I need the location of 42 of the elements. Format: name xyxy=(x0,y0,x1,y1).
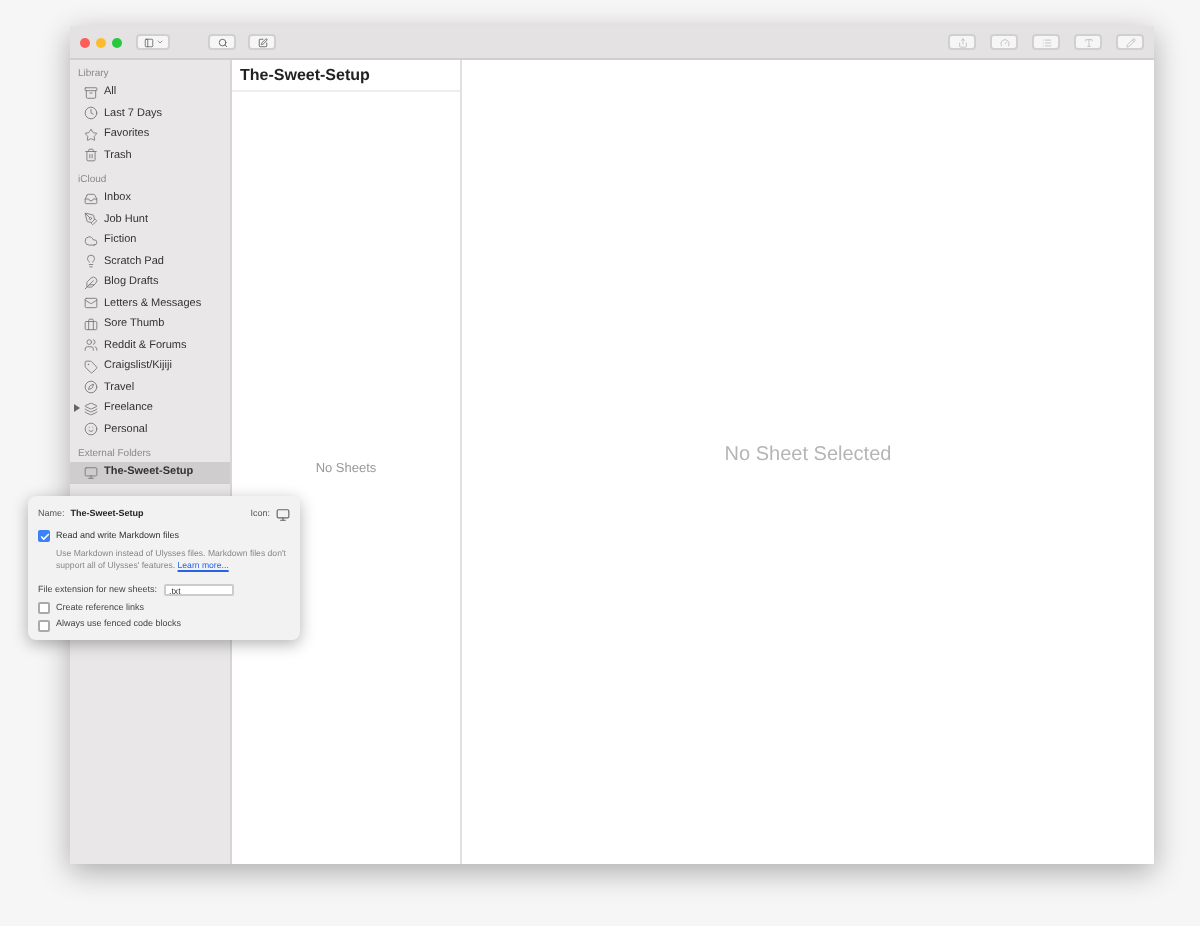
sidebar-toggle-button[interactable] xyxy=(136,34,170,50)
monitor-icon[interactable] xyxy=(276,507,290,521)
search-button[interactable] xyxy=(208,34,236,50)
monitor-icon xyxy=(84,465,98,480)
toolbar-button[interactable] xyxy=(1032,34,1060,50)
smile-icon xyxy=(84,422,98,437)
inbox-icon xyxy=(84,191,98,206)
close-icon[interactable] xyxy=(80,37,90,47)
checkbox[interactable] xyxy=(38,601,50,614)
toolbar-button[interactable] xyxy=(948,34,976,50)
feather-icon xyxy=(84,275,98,290)
tag-icon xyxy=(84,359,98,374)
layers-icon xyxy=(84,401,98,416)
list-icon xyxy=(1041,37,1051,47)
font-icon xyxy=(1083,37,1093,47)
toolbar-button[interactable] xyxy=(1116,34,1144,50)
sidebar-icon xyxy=(143,37,153,47)
star-icon xyxy=(84,127,98,142)
pencil-icon xyxy=(1125,37,1135,47)
compass-icon xyxy=(84,380,98,395)
share-icon xyxy=(957,37,967,47)
zoom-icon[interactable] xyxy=(112,37,122,47)
mail-icon xyxy=(84,296,98,311)
cloud-icon xyxy=(84,233,98,248)
disclosure-triangle-icon[interactable] xyxy=(74,404,80,413)
trash-icon xyxy=(84,148,98,163)
minimize-icon[interactable] xyxy=(96,37,106,47)
compose-icon xyxy=(257,37,267,47)
lightbulb-icon xyxy=(84,254,98,269)
empty-message: No Sheet Selected xyxy=(724,441,892,469)
briefcase-icon xyxy=(84,317,98,332)
sheet-list-title: The-Sweet-Setup xyxy=(240,63,370,87)
people-icon xyxy=(84,338,98,353)
search-icon xyxy=(217,37,227,47)
archive-icon xyxy=(84,85,98,100)
pen-icon xyxy=(84,212,98,227)
toolbar-button[interactable] xyxy=(990,34,1018,50)
checkbox[interactable] xyxy=(38,619,50,632)
toolbar-button[interactable] xyxy=(1074,34,1102,50)
compose-button[interactable] xyxy=(248,34,276,50)
clock-icon xyxy=(84,106,98,121)
gauge-icon xyxy=(999,37,1009,47)
